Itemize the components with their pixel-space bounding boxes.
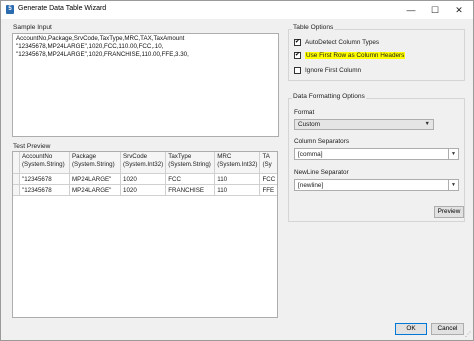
format-select[interactable]: Custom ▼ bbox=[294, 119, 434, 130]
format-value: Custom bbox=[298, 121, 321, 128]
sample-input-line-1: AccountNo,Package,SrvCode,TaxType,MRC,TA… bbox=[16, 35, 185, 42]
column-type: (Sy bbox=[262, 161, 272, 168]
column-separators-value: [comma] bbox=[298, 151, 323, 158]
table-cell[interactable]: FFE bbox=[259, 184, 278, 196]
table-row[interactable]: "12345678 MP24LARGE" 1020 FCC 110 FCC bbox=[13, 173, 278, 185]
maximize-button[interactable]: ☐ bbox=[423, 1, 447, 19]
column-name: TaxType bbox=[168, 153, 192, 160]
column-header[interactable]: TaxType (System.String) bbox=[165, 152, 216, 174]
column-separators-combo[interactable]: [comma] ▼ bbox=[294, 148, 459, 160]
table-cell[interactable]: MP24LARGE" bbox=[69, 184, 121, 196]
table-cell[interactable]: 1020 bbox=[120, 184, 167, 196]
checkbox-label: AutoDetect Column Types bbox=[305, 39, 380, 46]
test-preview-table[interactable]: AccountNo (System.String) Package (System.… bbox=[13, 152, 278, 196]
table-cell[interactable]: "12345678 bbox=[19, 184, 70, 196]
column-name: Package bbox=[72, 153, 97, 160]
chevron-down-icon[interactable]: ▼ bbox=[448, 180, 458, 190]
column-type: (System.String) bbox=[72, 161, 115, 168]
table-options-label: Table Options bbox=[292, 24, 335, 31]
minimize-button[interactable]: — bbox=[399, 1, 423, 19]
data-formatting-label: Data Formatting Options bbox=[292, 93, 366, 100]
checkbox-label: Ignore First Column bbox=[305, 67, 362, 74]
column-header[interactable]: SrvCode (System.Int32) bbox=[120, 152, 167, 174]
sample-input-textarea[interactable]: AccountNo,Package,SrvCode,TaxType,MRC,TA… bbox=[12, 33, 279, 137]
column-type: (System.String) bbox=[22, 161, 65, 168]
table-cell[interactable]: MP24LARGE" bbox=[69, 173, 121, 185]
cancel-button[interactable]: Cancel bbox=[431, 323, 464, 335]
column-name: SrvCode bbox=[123, 153, 148, 160]
table-cell[interactable]: 110 bbox=[214, 173, 261, 185]
column-type: (System.Int32) bbox=[217, 161, 258, 168]
sample-input-line-3: "12345678,MP24LARGE",1020,FRANCHISE,110.… bbox=[16, 51, 189, 58]
table-cell[interactable]: FCC bbox=[165, 173, 216, 185]
title-bar[interactable]: 5 Generate Data Table Wizard — ☐ ✕ bbox=[1, 1, 473, 19]
sample-input-label: Sample Input bbox=[13, 24, 52, 31]
window-title: Generate Data Table Wizard bbox=[18, 5, 107, 12]
preview-button[interactable]: Preview bbox=[434, 206, 464, 218]
checkbox-box[interactable]: ✔ bbox=[294, 39, 301, 46]
column-header[interactable]: Package (System.String) bbox=[69, 152, 121, 174]
close-button[interactable]: ✕ bbox=[447, 1, 471, 19]
newline-separator-combo[interactable]: [newline] ▼ bbox=[294, 179, 459, 191]
chevron-down-icon[interactable]: ▼ bbox=[448, 149, 458, 159]
table-cell[interactable]: "12345678 bbox=[19, 173, 70, 185]
app-icon: 5 bbox=[6, 5, 14, 14]
column-name: AccountNo bbox=[22, 153, 53, 160]
table-cell[interactable]: FCC bbox=[259, 173, 278, 185]
sample-input-line-2: "12345678,MP24LARGE",1020,FCC,110.00,FCC… bbox=[16, 43, 164, 50]
chevron-down-icon: ▼ bbox=[424, 121, 430, 127]
header-row: AccountNo (System.String) Package (System.… bbox=[13, 152, 278, 174]
checkbox-label: Use First Row as Column Headers bbox=[305, 52, 406, 59]
table-cell[interactable]: 110 bbox=[214, 184, 261, 196]
column-header[interactable]: MRC (System.Int32) bbox=[214, 152, 261, 174]
column-name: MRC bbox=[217, 153, 232, 160]
format-label: Format bbox=[294, 109, 315, 116]
column-header[interactable]: TA (Sy bbox=[259, 152, 278, 174]
column-separators-label: Column Separators bbox=[294, 138, 350, 145]
table-options-group: ✔ AutoDetect Column Types ✔ Use First Ro… bbox=[288, 29, 465, 81]
data-formatting-group: Format Custom ▼ Column Separators [comma… bbox=[288, 98, 465, 222]
column-header[interactable]: AccountNo (System.String) bbox=[19, 152, 70, 174]
test-preview-label: Test Preview bbox=[13, 143, 51, 150]
checkbox-box[interactable] bbox=[294, 67, 301, 74]
ok-button[interactable]: OK bbox=[395, 323, 427, 335]
table-cell[interactable]: FRANCHISE bbox=[165, 184, 216, 196]
wizard-window: 5 Generate Data Table Wizard — ☐ ✕ Sampl… bbox=[0, 0, 474, 341]
table-cell[interactable]: 1020 bbox=[120, 173, 167, 185]
newline-separator-value: [newline] bbox=[298, 182, 324, 189]
column-type: (System.Int32) bbox=[123, 161, 164, 168]
checkbox-box[interactable]: ✔ bbox=[294, 52, 301, 59]
newline-separator-label: NewLine Separator bbox=[294, 169, 349, 176]
resize-grip-icon[interactable]: ⋰ bbox=[465, 331, 471, 338]
table-row[interactable]: "12345678 MP24LARGE" 1020 FRANCHISE 110 … bbox=[13, 184, 278, 196]
column-type: (System.String) bbox=[168, 161, 211, 168]
column-name: TA bbox=[262, 153, 270, 160]
